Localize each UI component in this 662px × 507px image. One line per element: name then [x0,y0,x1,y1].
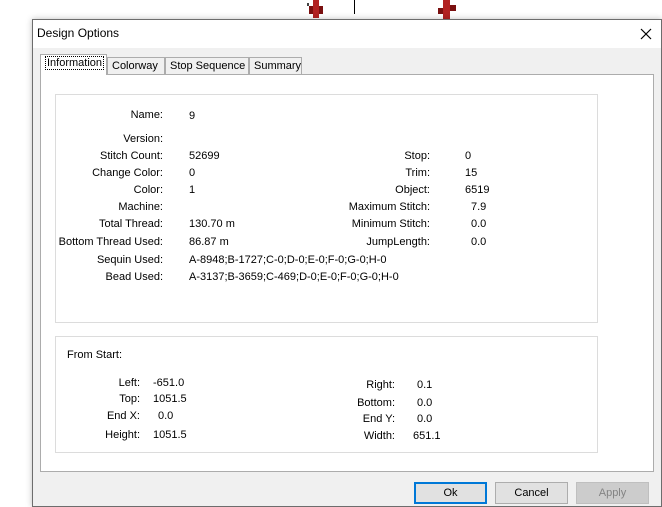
minimum-stitch-label: Minimum Stitch: [351,218,430,230]
sequin-used-value: A-8948;B-1727;C-0;D-0;E-0;F-0;G-0;H-0 [189,254,387,266]
close-icon [640,28,652,40]
change-color-label: Change Color: [92,167,163,179]
bottom-value: 0.0 [417,397,433,409]
trim-value: 15 [465,167,478,179]
cancel-button[interactable]: Cancel [495,482,568,504]
tab-information[interactable]: Information [40,54,107,75]
trim-label: Trim: [405,167,430,179]
stop-value: 0 [465,150,472,162]
title-bar: Design Options [33,20,661,48]
sequin-used-label: Sequin Used: [96,254,163,266]
design-info-group: Name: 9 Version: Stitch Count: 52699 Cha… [55,94,598,323]
dialog-title: Design Options [37,26,120,40]
tab-colorway[interactable]: Colorway [107,57,165,75]
object-value: 6519 [465,184,490,196]
maximum-stitch-label: Maximum Stitch: [348,201,430,213]
change-color-value: 0 [189,167,196,179]
total-thread-label: Total Thread: [98,218,163,230]
object-label: Object: [395,184,430,196]
bottom-thread-value: 86.87 m [189,236,229,248]
stop-label: Stop: [404,150,430,162]
height-label: Height: [105,429,140,441]
name-value: 9 [189,110,196,122]
bottom-thread-label: Bottom Thread Used: [58,236,163,248]
right-value: 0.1 [417,379,433,391]
information-panel: Name: 9 Version: Stitch Count: 52699 Cha… [40,74,654,472]
name-label: Name: [130,109,163,121]
end-x-value: 0.0 [158,410,174,422]
left-label: Left: [118,377,140,389]
apply-button[interactable]: Apply [576,482,649,504]
ok-button[interactable]: Ok [414,482,487,504]
tab-summary[interactable]: Summary [249,57,302,75]
machine-label: Machine: [118,201,163,213]
design-options-dialog: Design Options Information Colorway Stop… [32,19,662,507]
color-label: Color: [133,184,163,196]
width-value: 651.1 [413,430,441,442]
from-start-group: From Start: Left: -651.0 Top: 1051.5 End… [55,336,598,453]
canvas-guide-line [354,0,355,14]
from-start-heading: From Start: [67,349,123,361]
embroidery-motif-icon [307,0,323,18]
bead-used-value: A-3137;B-3659;C-469;D-0;E-0;F-0;G-0;H-0 [189,271,399,283]
total-thread-value: 130.70 m [189,218,235,230]
bead-used-label: Bead Used: [105,271,163,283]
end-y-value: 0.0 [417,413,433,425]
left-value: -651.0 [153,377,185,389]
minimum-stitch-value: 0.0 [471,218,487,230]
height-value: 1051.5 [153,429,187,441]
close-button[interactable] [631,20,661,48]
jump-length-value: 0.0 [471,236,487,248]
width-label: Width: [363,430,395,442]
stitch-count-label: Stitch Count: [100,150,163,162]
end-y-label: End Y: [362,413,395,425]
color-value: 1 [189,184,196,196]
bottom-label: Bottom: [357,397,395,409]
maximum-stitch-value: 7.9 [471,201,487,213]
right-label: Right: [366,379,395,391]
top-value: 1051.5 [153,393,187,405]
tab-stop-sequence[interactable]: Stop Sequence [165,57,249,75]
version-label: Version: [123,133,163,145]
top-label: Top: [119,393,140,405]
end-x-label: End X: [106,410,140,422]
stitch-count-value: 52699 [189,150,220,162]
jump-length-label: JumpLength: [366,236,430,248]
